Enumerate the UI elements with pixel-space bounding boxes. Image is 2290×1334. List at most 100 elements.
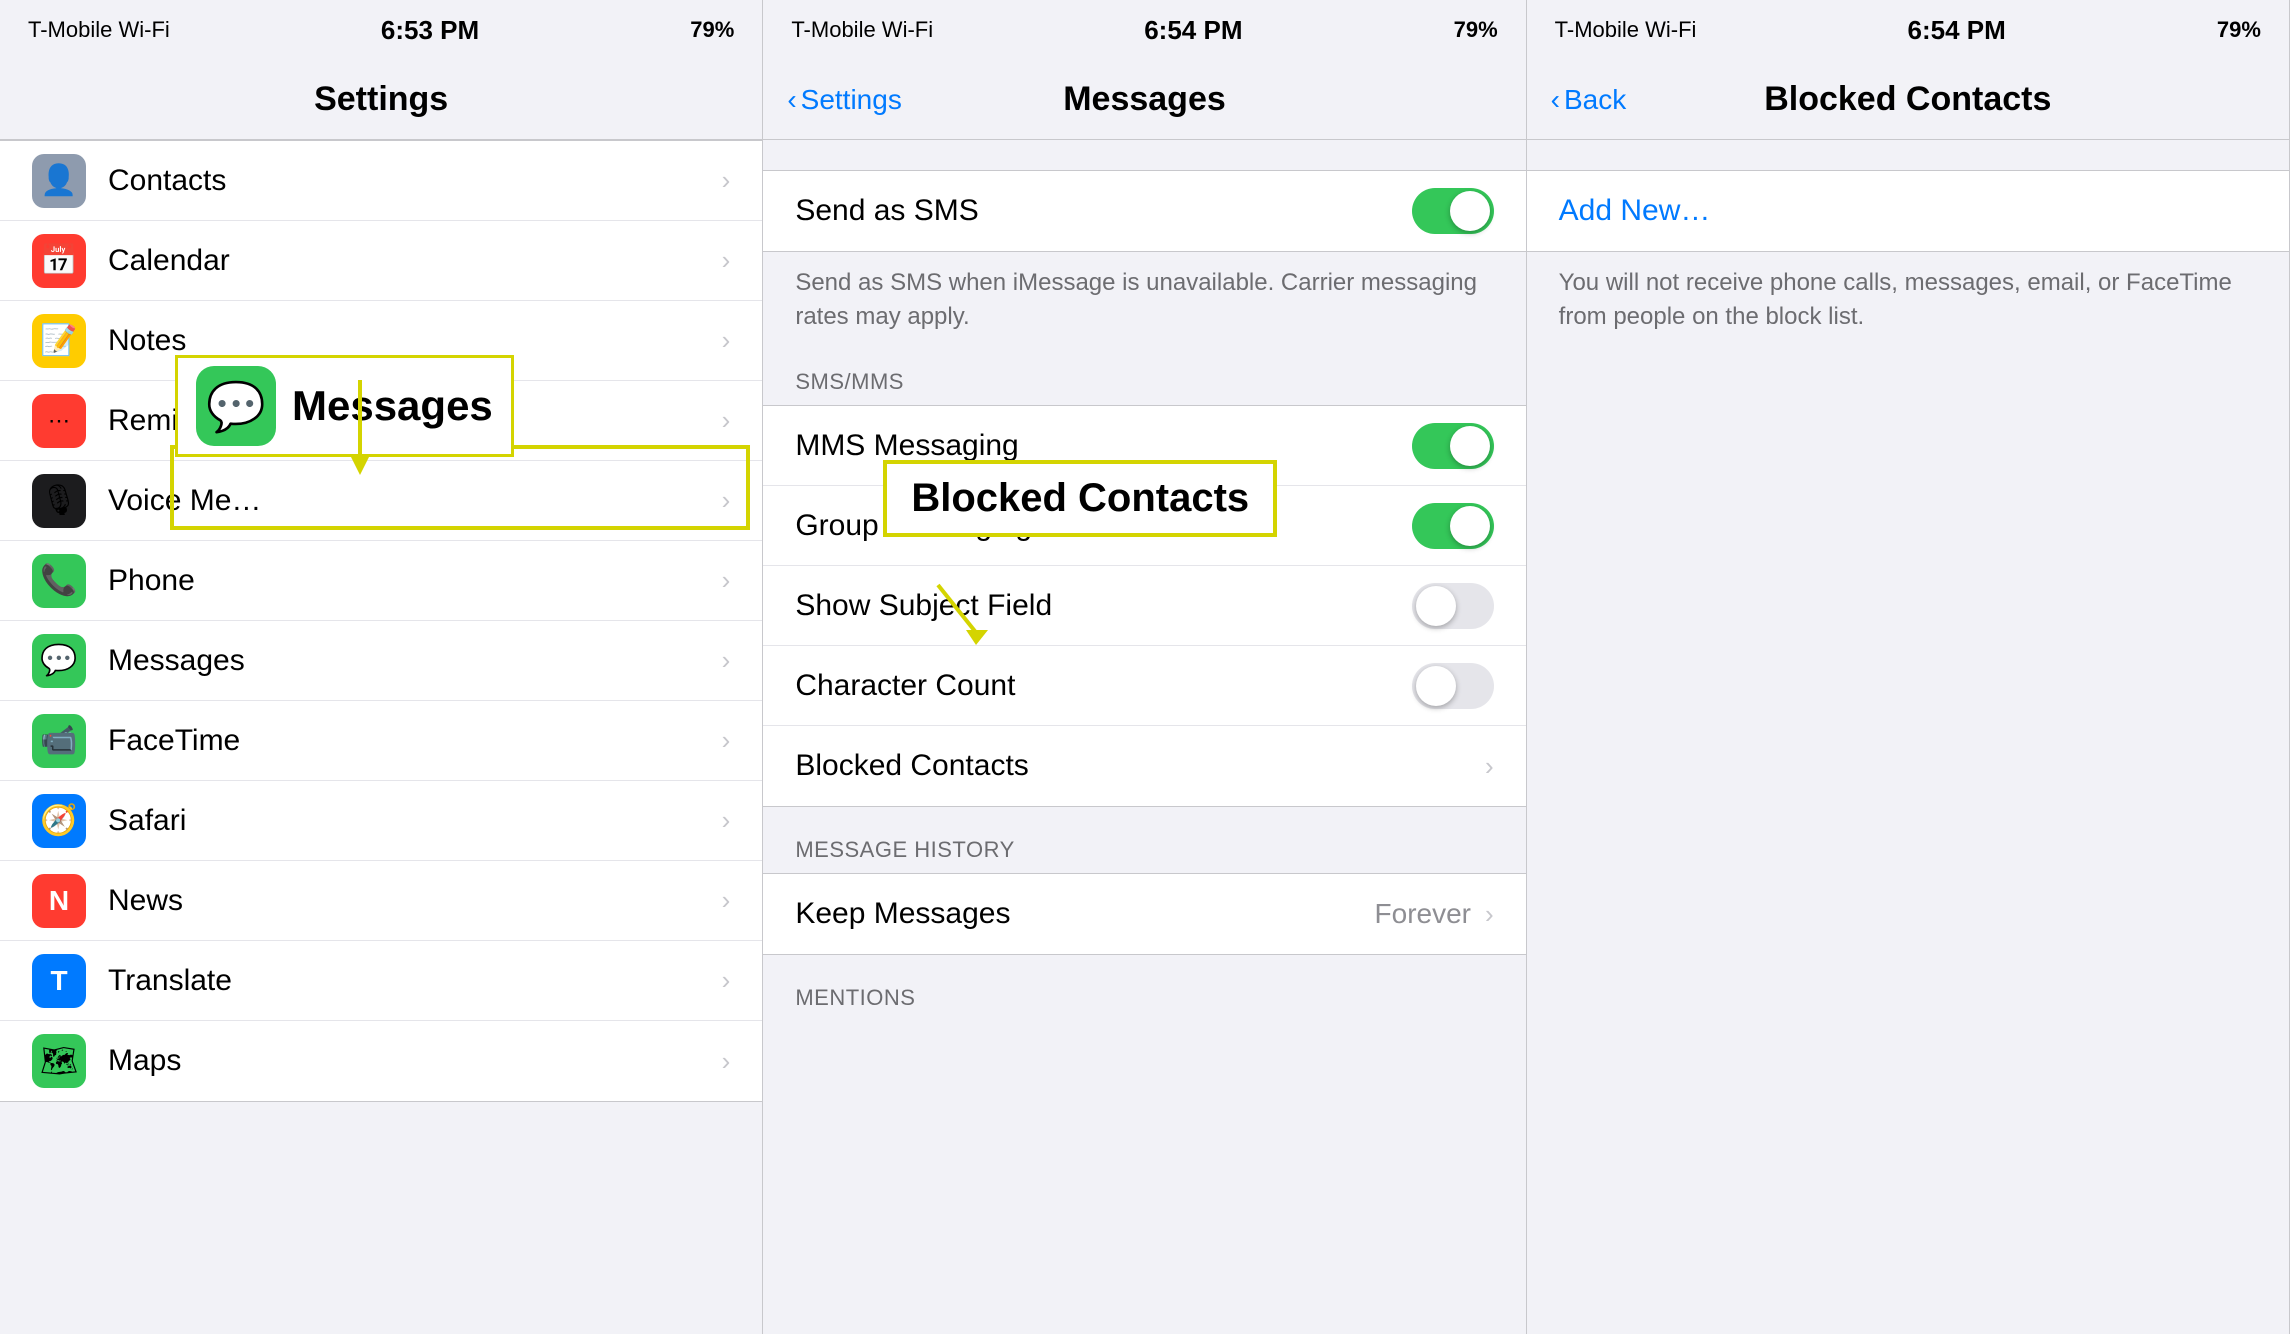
battery-2: 79%	[1454, 17, 1498, 43]
nav-bar-2: ‹ Settings Messages	[763, 60, 1525, 140]
carrier-2: T-Mobile Wi-Fi	[791, 17, 933, 43]
settings-row-contacts[interactable]: 👤 Contacts ›	[0, 141, 762, 221]
status-bar-2: T-Mobile Wi-Fi 6:54 PM 79%	[763, 0, 1525, 60]
time-2: 6:54 PM	[1144, 15, 1242, 46]
facetime-label: FaceTime	[108, 724, 722, 758]
safari-label: Safari	[108, 804, 722, 838]
toggle-knob-group	[1450, 506, 1490, 546]
voicememos-icon: 🎙	[32, 474, 86, 528]
row-blocked-contacts[interactable]: Blocked Contacts ›	[763, 726, 1525, 806]
row-send-as-sms[interactable]: Send as SMS	[763, 171, 1525, 251]
settings-row-notes[interactable]: 📝 Notes ›	[0, 301, 762, 381]
translate-chevron: ›	[722, 965, 731, 996]
news-chevron: ›	[722, 885, 731, 916]
row-character-count[interactable]: Character Count	[763, 646, 1525, 726]
keep-messages-label: Keep Messages	[795, 897, 1374, 931]
toggle-knob-char	[1416, 666, 1456, 706]
toggle-knob	[1450, 191, 1490, 231]
group-history: Keep Messages Forever ›	[763, 873, 1525, 955]
back-chevron-3: ‹	[1551, 84, 1560, 116]
section-sms-mms: SMS/MMS MMS Messaging Group Messaging	[763, 369, 1525, 807]
add-new-label: Add New…	[1559, 194, 2257, 228]
character-count-toggle[interactable]	[1412, 663, 1494, 709]
settings-row-reminders[interactable]: ⋯ Reminders ›	[0, 381, 762, 461]
toggle-knob-mms	[1450, 426, 1490, 466]
settings-row-translate[interactable]: T Translate ›	[0, 941, 762, 1021]
messages-settings-list[interactable]: Send as SMS Send as SMS when iMessage is…	[763, 140, 1525, 1334]
blocked-contacts-list: Add New… You will not receive phone call…	[1527, 140, 2289, 1334]
group-messaging-label: Group Messaging	[795, 509, 1411, 543]
settings-list-1[interactable]: 👤 Contacts › 📅 Calendar › 📝 Notes › ⋯ Re…	[0, 140, 762, 1334]
battery-icons-1: 79%	[690, 17, 734, 43]
row-keep-messages[interactable]: Keep Messages Forever ›	[763, 874, 1525, 954]
row-group-messaging[interactable]: Group Messaging	[763, 486, 1525, 566]
time-1: 6:53 PM	[381, 15, 479, 46]
carrier-1: T-Mobile Wi-Fi	[28, 17, 170, 43]
settings-row-phone[interactable]: 📞 Phone ›	[0, 541, 762, 621]
group-sms-mms: MMS Messaging Group Messaging Show Subje…	[763, 405, 1525, 807]
contacts-label: Contacts	[108, 164, 722, 198]
battery-3: 79%	[2217, 17, 2261, 43]
translate-label: Translate	[108, 964, 722, 998]
sms-mms-header: SMS/MMS	[763, 369, 1525, 405]
settings-row-calendar[interactable]: 📅 Calendar ›	[0, 221, 762, 301]
show-subject-toggle[interactable]	[1412, 583, 1494, 629]
character-count-label: Character Count	[795, 669, 1411, 703]
settings-panel: T-Mobile Wi-Fi 6:53 PM 79% Settings 👤 Co…	[0, 0, 763, 1334]
settings-row-safari[interactable]: 🧭 Safari ›	[0, 781, 762, 861]
add-new-row[interactable]: Add New…	[1527, 171, 2289, 251]
time-3: 6:54 PM	[1908, 15, 2006, 46]
page-title-3: Blocked Contacts	[1764, 80, 2051, 119]
settings-row-facetime[interactable]: 📹 FaceTime ›	[0, 701, 762, 781]
messages-chevron: ›	[722, 645, 731, 676]
section-send-sms: Send as SMS Send as SMS when iMessage is…	[763, 170, 1525, 339]
blocked-section: Add New… You will not receive phone call…	[1527, 170, 2289, 339]
nav-bar-3: ‹ Back Blocked Contacts	[1527, 60, 2289, 140]
settings-row-messages[interactable]: 💬 Messages ›	[0, 621, 762, 701]
back-chevron-2: ‹	[787, 84, 796, 116]
keep-messages-chevron: ›	[1485, 899, 1494, 930]
battery-icons-2: 79%	[1454, 17, 1498, 43]
settings-row-news[interactable]: N News ›	[0, 861, 762, 941]
page-title-1: Settings	[314, 80, 448, 119]
nav-back-2[interactable]: ‹ Settings	[787, 84, 902, 116]
send-as-sms-toggle[interactable]	[1412, 188, 1494, 234]
maps-chevron: ›	[722, 1046, 731, 1077]
blocked-contacts-panel: T-Mobile Wi-Fi 6:54 PM 79% ‹ Back Blocke…	[1527, 0, 2290, 1334]
section-history: MESSAGE HISTORY Keep Messages Forever ›	[763, 837, 1525, 955]
phone-icon: 📞	[32, 554, 86, 608]
page-title-2: Messages	[1063, 80, 1226, 119]
reminders-label: Reminders	[108, 404, 722, 438]
notes-label: Notes	[108, 324, 722, 358]
group-messaging-toggle[interactable]	[1412, 503, 1494, 549]
news-icon: N	[32, 874, 86, 928]
group-send-sms: Send as SMS	[763, 170, 1525, 252]
nav-back-3[interactable]: ‹ Back	[1551, 84, 1627, 116]
notes-icon: 📝	[32, 314, 86, 368]
mentions-header: MENTIONS	[763, 985, 1525, 1021]
settings-row-maps[interactable]: 🗺 Maps ›	[0, 1021, 762, 1101]
maps-icon: 🗺	[32, 1034, 86, 1088]
status-bar-1: T-Mobile Wi-Fi 6:53 PM 79%	[0, 0, 762, 60]
blocked-description: You will not receive phone calls, messag…	[1527, 252, 2289, 339]
mms-messaging-toggle[interactable]	[1412, 423, 1494, 469]
calendar-label: Calendar	[108, 244, 722, 278]
contacts-chevron: ›	[722, 165, 731, 196]
contacts-icon: 👤	[32, 154, 86, 208]
history-header: MESSAGE HISTORY	[763, 837, 1525, 873]
row-mms-messaging[interactable]: MMS Messaging	[763, 406, 1525, 486]
voicememos-chevron: ›	[722, 485, 731, 516]
messages-panel: T-Mobile Wi-Fi 6:54 PM 79% ‹ Settings Me…	[763, 0, 1526, 1334]
maps-label: Maps	[108, 1044, 722, 1078]
safari-icon: 🧭	[32, 794, 86, 848]
send-as-sms-label: Send as SMS	[795, 194, 1411, 228]
blocked-contacts-chevron: ›	[1485, 751, 1494, 782]
send-as-sms-desc: Send as SMS when iMessage is unavailable…	[763, 252, 1525, 339]
row-show-subject[interactable]: Show Subject Field	[763, 566, 1525, 646]
facetime-icon: 📹	[32, 714, 86, 768]
carrier-3: T-Mobile Wi-Fi	[1555, 17, 1697, 43]
safari-chevron: ›	[722, 805, 731, 836]
settings-row-voicememos[interactable]: 🎙 Voice Me… ›	[0, 461, 762, 541]
reminders-chevron: ›	[722, 405, 731, 436]
calendar-icon: 📅	[32, 234, 86, 288]
